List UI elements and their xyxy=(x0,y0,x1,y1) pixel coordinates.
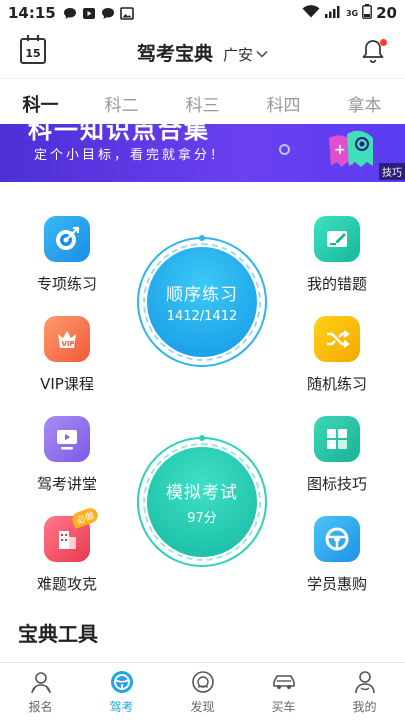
vip-badge-text: VIP xyxy=(62,340,75,348)
random-practice-button[interactable]: 随机练习 xyxy=(292,316,382,394)
nav-buy-car[interactable]: 买车 xyxy=(243,663,324,720)
vip-course-button[interactable]: VIP VIP课程 xyxy=(22,316,112,394)
signal-icon xyxy=(324,4,342,22)
special-practice-label: 专项练习 xyxy=(36,275,97,293)
app-title: 驾考宝典 xyxy=(136,42,213,65)
app-header: 15 驾考宝典 广安 xyxy=(0,26,405,78)
sequential-practice-button[interactable]: 顺序练习 1412/1412 xyxy=(147,247,257,357)
must-do-badge: 必做 xyxy=(70,506,100,529)
banner-tag: 技巧 xyxy=(379,163,405,180)
nav-discover[interactable]: 发现 xyxy=(162,663,243,720)
network-type: 3G xyxy=(345,8,359,18)
progress-dot xyxy=(199,235,205,241)
chat-bubble-icon xyxy=(63,7,77,20)
city-select[interactable]: 广安 xyxy=(223,44,268,65)
profile-icon xyxy=(354,671,375,694)
calendar-day: 15 xyxy=(25,47,41,60)
vip-crown-icon: VIP xyxy=(44,316,90,362)
bottom-nav: 报名 驾考 发现 买车 我的 xyxy=(0,662,405,720)
nav-signup[interactable]: 报名 xyxy=(0,663,81,720)
steering-icon xyxy=(110,671,133,693)
hard-questions-label: 难题攻克 xyxy=(36,575,97,593)
nav-driving-test[interactable]: 驾考 xyxy=(81,663,162,720)
sequential-progress: 1412/1412 xyxy=(166,309,238,324)
discover-icon xyxy=(191,671,214,693)
decorative-ring xyxy=(279,144,290,155)
tools-section-title: 宝典工具 xyxy=(18,622,98,646)
car-icon xyxy=(272,675,295,689)
promo-banner[interactable]: 科一知识点合集 定个小目标，看完就拿分！ + 技巧 xyxy=(0,124,405,182)
nav-discover-label: 发现 xyxy=(190,700,215,714)
chevron-down-icon xyxy=(256,50,268,58)
battery-icon xyxy=(362,3,373,23)
mock-exam-title: 模拟考试 xyxy=(166,483,238,503)
nav-signup-label: 报名 xyxy=(28,700,53,714)
my-mistakes-label: 我的错题 xyxy=(306,275,367,293)
hard-questions-button[interactable]: 必做 难题攻克 xyxy=(22,506,112,594)
city-label: 广安 xyxy=(223,45,254,64)
random-practice-label: 随机练习 xyxy=(306,375,367,393)
notebook-edit-icon xyxy=(314,216,360,262)
signup-icon xyxy=(30,672,51,694)
banner-title: 科一知识点合集 xyxy=(28,124,210,144)
nav-profile-label: 我的 xyxy=(352,700,377,714)
status-bar: 14:15 3G 20 xyxy=(0,0,405,26)
lecture-hall-label: 驾考讲堂 xyxy=(36,475,97,493)
calendar-icon[interactable]: 15 xyxy=(20,35,46,64)
tab-subject-3[interactable]: 科三 xyxy=(162,79,243,124)
steering-wheel-icon xyxy=(314,516,360,562)
nav-profile[interactable]: 我的 xyxy=(324,663,405,720)
video-lecture-icon xyxy=(44,416,90,462)
tab-get-license[interactable]: 拿本 xyxy=(324,79,405,124)
notification-dot xyxy=(380,39,387,46)
tab-subject-4[interactable]: 科四 xyxy=(243,79,324,124)
progress-dot xyxy=(199,435,205,441)
student-discount-label: 学员惠购 xyxy=(306,575,367,593)
grid-icon xyxy=(314,416,360,462)
nav-buy-car-label: 买车 xyxy=(271,700,296,714)
vip-course-label: VIP课程 xyxy=(40,375,94,393)
mock-exam-button[interactable]: 模拟考试 97分 xyxy=(147,447,257,557)
banner-subtitle: 定个小目标，看完就拿分！ xyxy=(34,148,227,163)
my-mistakes-button[interactable]: 我的错题 xyxy=(292,216,382,294)
chat-bubble-icon xyxy=(101,7,115,20)
student-discount-button[interactable]: 学员惠购 xyxy=(292,516,382,594)
special-practice-button[interactable]: 专项练习 xyxy=(22,216,112,294)
tab-subject-2[interactable]: 科二 xyxy=(81,79,162,124)
lecture-hall-button[interactable]: 驾考讲堂 xyxy=(22,416,112,494)
mock-exam-score: 97分 xyxy=(187,511,217,526)
building-icon: 必做 xyxy=(44,506,100,562)
target-icon xyxy=(44,216,90,262)
sequential-practice-title: 顺序练习 xyxy=(166,285,238,305)
nav-driving-test-label: 驾考 xyxy=(109,700,134,714)
tab-subject-1[interactable]: 科一 xyxy=(0,79,81,124)
notification-bell-icon[interactable] xyxy=(361,38,387,66)
sign-tips-button[interactable]: 图标技巧 xyxy=(292,416,382,494)
image-icon xyxy=(119,6,134,20)
svg-text:+: + xyxy=(334,142,346,158)
battery-level: 20 xyxy=(376,4,397,22)
video-play-icon xyxy=(82,7,96,20)
subject-tabs: 科一 科二 科三 科四 拿本 xyxy=(0,78,405,124)
wifi-icon xyxy=(302,4,320,22)
status-time: 14:15 xyxy=(8,4,56,22)
shuffle-icon xyxy=(314,316,360,362)
sign-tips-label: 图标技巧 xyxy=(306,475,367,493)
